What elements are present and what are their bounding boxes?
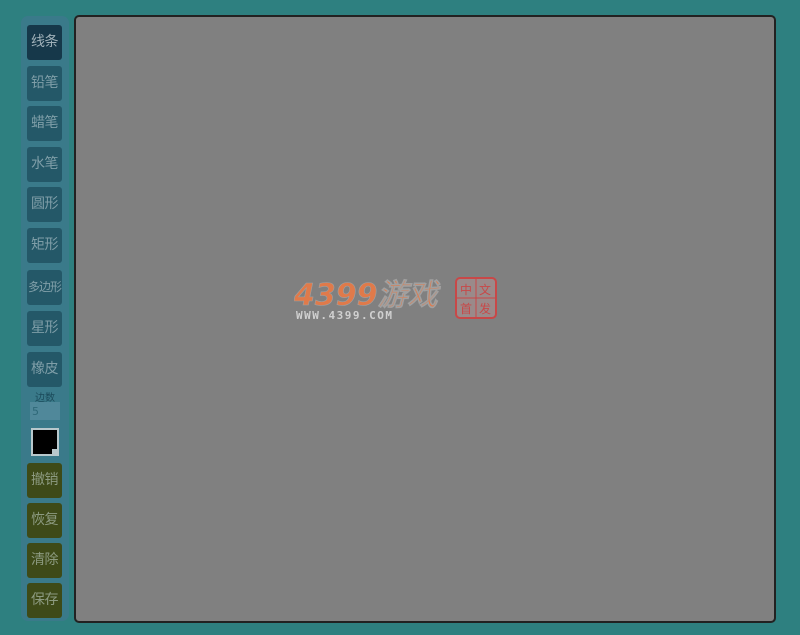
save-button[interactable]: 保存 bbox=[27, 583, 62, 618]
watermark-logo: 4399游戏 WWW.4399.COM 中 文 首 发 bbox=[294, 277, 497, 322]
tool-line-button[interactable]: 线条 bbox=[27, 25, 62, 60]
drawing-canvas[interactable]: 4399游戏 WWW.4399.COM 中 文 首 发 bbox=[74, 15, 776, 623]
tool-eraser-button[interactable]: 橡皮 bbox=[27, 352, 62, 387]
seal-stamp: 中 文 首 发 bbox=[455, 277, 497, 319]
tool-pen-button[interactable]: 水笔 bbox=[27, 147, 62, 182]
tool-star-button[interactable]: 星形 bbox=[27, 311, 62, 346]
tool-circle-button[interactable]: 圆形 bbox=[27, 187, 62, 222]
tool-pencil-button[interactable]: 铅笔 bbox=[27, 66, 62, 101]
tool-sidebar: 线条 铅笔 蜡笔 水笔 圆形 矩形 多边形 星形 橡皮 边数 撤销 恢复 清除 … bbox=[21, 16, 69, 621]
seal-char-2: 文 bbox=[479, 282, 491, 297]
tool-rectangle-button[interactable]: 矩形 bbox=[27, 228, 62, 263]
clear-button[interactable]: 清除 bbox=[27, 543, 62, 578]
redo-button[interactable]: 恢复 bbox=[27, 503, 62, 538]
seal-char-3: 首 bbox=[460, 302, 472, 316]
watermark-brand: 4399游戏 bbox=[294, 278, 441, 313]
color-picker-swatch[interactable] bbox=[31, 428, 59, 456]
seal-char-4: 发 bbox=[479, 301, 491, 316]
tool-crayon-button[interactable]: 蜡笔 bbox=[27, 106, 62, 141]
sides-input[interactable] bbox=[30, 402, 60, 420]
watermark-url: WWW.4399.COM bbox=[296, 309, 393, 322]
seal-char-1: 中 bbox=[460, 282, 472, 297]
color-picker-corner bbox=[52, 449, 57, 454]
paint-app: 线条 铅笔 蜡笔 水笔 圆形 矩形 多边形 星形 橡皮 边数 撤销 恢复 清除 … bbox=[0, 0, 800, 635]
tool-polygon-button[interactable]: 多边形 bbox=[27, 270, 62, 305]
undo-button[interactable]: 撤销 bbox=[27, 463, 62, 498]
